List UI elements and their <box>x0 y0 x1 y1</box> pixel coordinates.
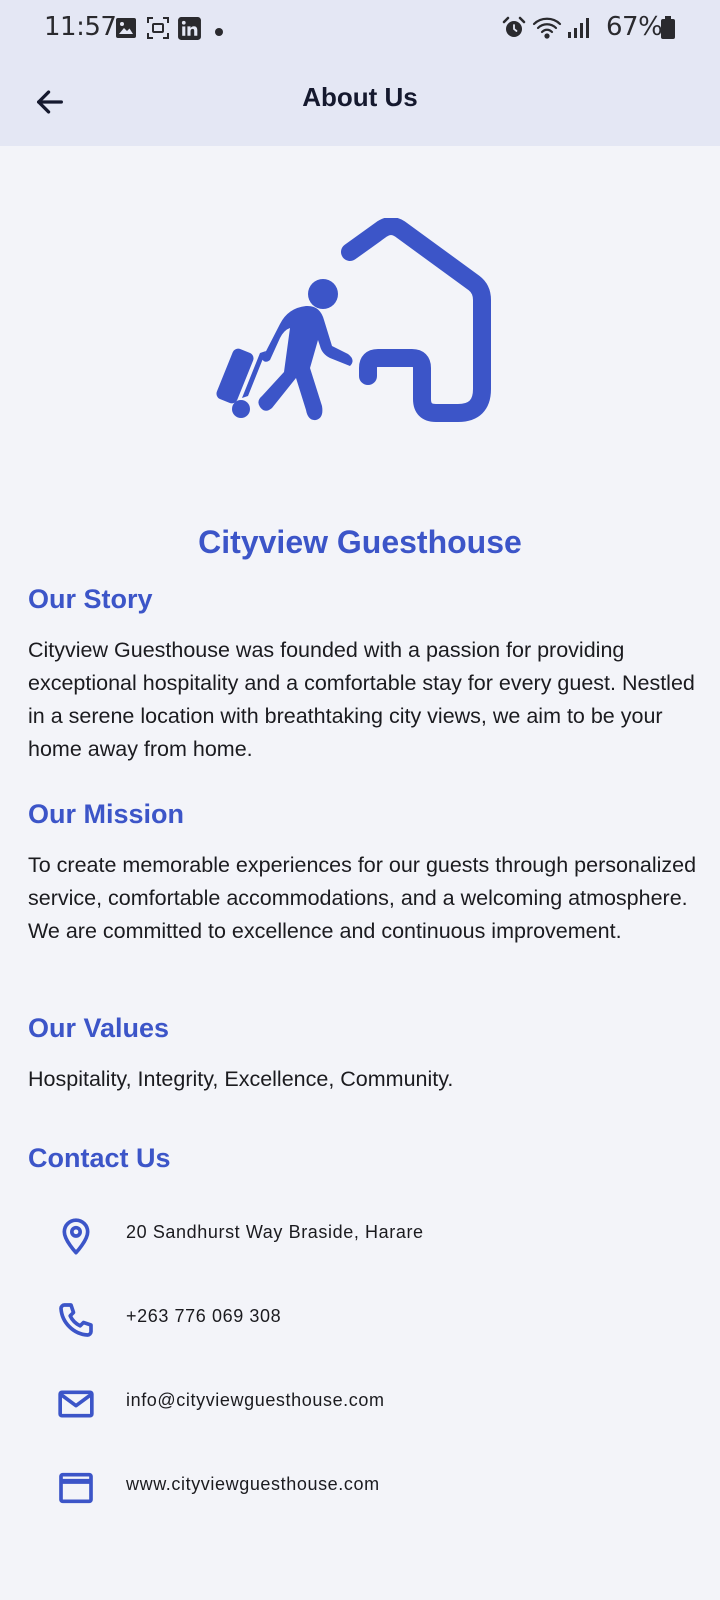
battery-percentage: 67% <box>606 12 663 42</box>
mission-heading: Our Mission <box>28 799 185 829</box>
contact-phone-text: +263 776 069 308 <box>126 1306 282 1326</box>
brand-name: Cityview Guesthouse <box>198 524 522 560</box>
dot-icon <box>214 24 224 42</box>
contact-address-item[interactable]: 20 Sandhurst Way Braside, Harare <box>0 1198 720 1270</box>
status-bar: 11:57 67% <box>0 0 720 58</box>
linkedin-icon <box>177 16 202 46</box>
location-pin-icon <box>62 1218 90 1255</box>
screenshot-icon <box>146 16 170 45</box>
status-time: 11:57 <box>44 12 117 42</box>
contact-email-text: info@cityviewguesthouse.com <box>126 1390 385 1410</box>
wifi-icon <box>532 16 562 45</box>
contact-heading: Contact Us <box>28 1143 171 1173</box>
email-icon <box>58 1390 94 1418</box>
traveler-with-luggage-house-icon <box>210 217 510 434</box>
contact-website-text: www.cityviewguesthouse.com <box>126 1474 380 1494</box>
contact-email-item[interactable]: info@cityviewguesthouse.com <box>0 1366 720 1438</box>
phone-icon <box>59 1303 93 1337</box>
story-body: Cityview Guesthouse was founded with a p… <box>28 638 695 761</box>
signal-icon <box>566 16 590 45</box>
values-body: Hospitality, Integrity, Excellence, Comm… <box>28 1067 454 1091</box>
story-heading: Our Story <box>28 584 153 614</box>
alarm-icon <box>502 16 526 45</box>
contact-phone-item[interactable]: +263 776 069 308 <box>0 1282 720 1354</box>
image-icon <box>114 16 138 45</box>
mission-body: To create memorable experiences for our … <box>28 853 697 943</box>
contact-website-item[interactable]: www.cityviewguesthouse.com <box>0 1450 720 1522</box>
contact-address-text: 20 Sandhurst Way Braside, Harare <box>126 1222 424 1242</box>
app-bar: About Us <box>0 58 720 146</box>
battery-icon <box>660 16 676 45</box>
values-heading: Our Values <box>28 1013 170 1043</box>
page-title: About Us <box>302 82 418 112</box>
web-icon <box>59 1472 93 1504</box>
